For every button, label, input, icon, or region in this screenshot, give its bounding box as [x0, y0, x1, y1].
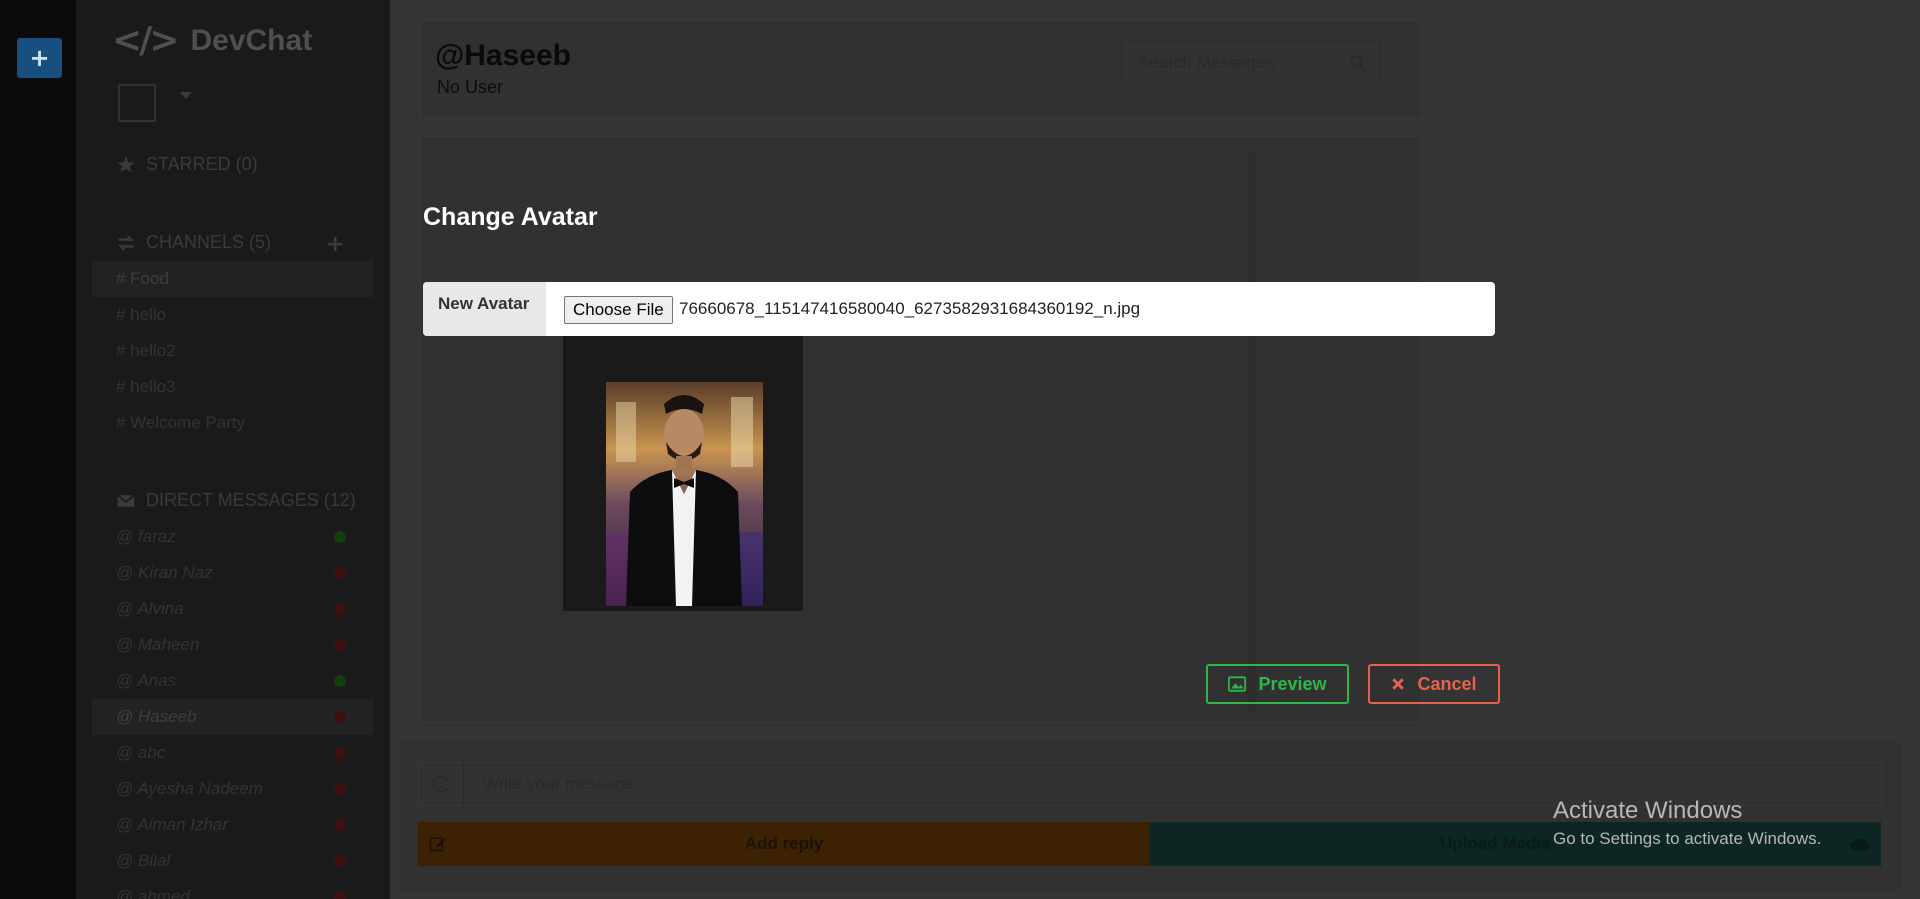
dm-item[interactable]: @ abc: [92, 735, 374, 771]
dm-item[interactable]: @ Bilal: [92, 843, 374, 879]
dm-name: @ Anas: [116, 671, 177, 690]
chat-title: @Haseeb: [435, 39, 571, 72]
status-dot: [334, 783, 346, 795]
messages-scrollbar[interactable]: [1247, 153, 1257, 713]
search-icon[interactable]: [1348, 53, 1368, 73]
status-dot: [334, 711, 346, 723]
channel-item[interactable]: # hello3: [92, 369, 374, 405]
dm-item[interactable]: @ Aiman Izhar: [92, 807, 374, 843]
dm-item[interactable]: @ Haseeb: [92, 699, 374, 735]
dm-name: @ Ayesha Nadeem: [116, 779, 263, 798]
status-dot: [334, 567, 346, 579]
chat-header: @Haseeb No User Search Messages: [420, 20, 1422, 118]
dm-list: @ faraz @ Kiran Naz @ Alvina @ Maheen @ …: [92, 519, 374, 899]
channel-item[interactable]: # Food: [92, 261, 374, 297]
user-menu-caret-icon[interactable]: [180, 92, 192, 99]
search-box[interactable]: Search Messages: [1121, 41, 1381, 85]
add-channel-icon[interactable]: +: [326, 232, 344, 257]
cloud-upload-icon: [1850, 837, 1870, 851]
channel-list: # Food # hello # hello2 # hello3 # Welco…: [92, 261, 374, 441]
channels-label: CHANNELS (5): [146, 232, 272, 252]
search-input[interactable]: Search Messages: [1138, 53, 1274, 73]
dm-item[interactable]: @ Alvina: [92, 591, 374, 627]
dm-name: @ Bilal: [116, 851, 171, 870]
watermark-title: Activate Windows: [1553, 797, 1743, 824]
status-dot: [334, 675, 346, 687]
dm-name: @ faraz: [116, 527, 176, 546]
mail-icon: [117, 494, 135, 507]
choose-file-button[interactable]: Choose File: [564, 296, 673, 324]
dm-name: @ Aiman Izhar: [116, 815, 229, 834]
starred-section[interactable]: STARRED (0): [116, 154, 258, 175]
channel-item[interactable]: # Welcome Party: [92, 405, 374, 441]
dm-name: @ Haseeb: [116, 707, 197, 726]
dm-name: @ Alvina: [116, 599, 184, 618]
channels-section: CHANNELS (5): [116, 232, 271, 253]
message-placeholder: Write your message: [483, 774, 634, 793]
dm-item[interactable]: @ Anas: [92, 663, 374, 699]
dm-name: @ Maheen: [116, 635, 200, 654]
dm-name: @ ahmed: [116, 887, 190, 899]
workspace-rail: +: [0, 0, 76, 899]
add-reply-button[interactable]: Add reply: [418, 822, 1150, 866]
brand-logo: </> DevChat: [112, 20, 312, 61]
modal-title: Change Avatar: [423, 203, 598, 231]
status-dot: [334, 855, 346, 867]
starred-label: STARRED (0): [146, 154, 258, 174]
channel-item[interactable]: # hello: [92, 297, 374, 333]
selected-file-name: 76660678_115147416580040_627358293168436…: [679, 299, 1141, 318]
user-avatar[interactable]: [118, 84, 156, 122]
edit-icon: [429, 837, 446, 852]
status-dot: [334, 603, 346, 615]
dm-item[interactable]: @ Maheen: [92, 627, 374, 663]
watermark-subtitle: Go to Settings to activate Windows.: [1553, 829, 1822, 848]
brand-name: DevChat: [190, 23, 313, 57]
dm-item[interactable]: @ faraz: [92, 519, 374, 555]
avatar-preview: [563, 336, 803, 611]
add-reply-label: Add reply: [744, 834, 824, 853]
close-icon: [1392, 678, 1405, 690]
new-avatar-label: New Avatar: [423, 282, 546, 336]
sidebar: </> DevChat STARRED (0) CHANNELS (5) + #…: [76, 0, 390, 899]
dm-name: @ abc: [116, 743, 166, 762]
status-dot: [334, 819, 346, 831]
activate-windows-watermark: Activate Windows Go to Settings to activ…: [1553, 797, 1821, 849]
chat-subtitle: No User: [437, 77, 504, 97]
status-dot: [334, 891, 346, 899]
dm-name: @ Kiran Naz: [116, 563, 213, 582]
cancel-button[interactable]: Cancel: [1368, 664, 1500, 704]
cancel-label: Cancel: [1417, 673, 1477, 694]
emoji-button[interactable]: [419, 763, 464, 805]
smile-icon: [432, 775, 450, 793]
direct-messages-label: DIRECT MESSAGES (12): [146, 490, 356, 510]
status-dot: [334, 747, 346, 759]
preview-button[interactable]: Preview: [1206, 664, 1349, 704]
dm-item[interactable]: @ Kiran Naz: [92, 555, 374, 591]
dm-item[interactable]: @ Ayesha Nadeem: [92, 771, 374, 807]
status-dot: [334, 639, 346, 651]
avatar-file-field: New Avatar Choose File 76660678_11514741…: [423, 282, 1495, 336]
add-workspace-button[interactable]: +: [17, 38, 62, 78]
direct-messages-section: DIRECT MESSAGES (12): [116, 490, 356, 511]
preview-label: Preview: [1258, 673, 1327, 694]
code-icon: </>: [112, 20, 180, 61]
star-icon: [117, 156, 135, 172]
upload-media-label: Upload Media: [1440, 834, 1551, 853]
avatar-photo: [606, 382, 763, 606]
status-dot: [334, 531, 346, 543]
image-icon: [1228, 676, 1247, 692]
exchange-icon: [117, 234, 135, 251]
channel-item[interactable]: # hello2: [92, 333, 374, 369]
dm-item[interactable]: @ ahmed: [92, 879, 374, 899]
